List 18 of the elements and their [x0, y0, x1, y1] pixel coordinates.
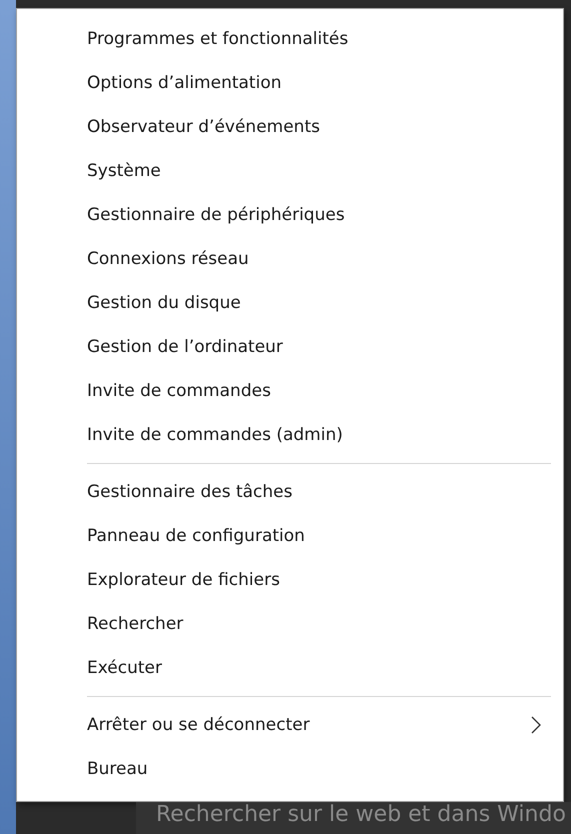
- menu-item[interactable]: Invite de commandes (admin): [17, 413, 563, 457]
- menu-item[interactable]: Explorateur de fichiers: [17, 558, 563, 602]
- menu-item[interactable]: Gestionnaire de périphériques: [17, 193, 563, 237]
- menu-item[interactable]: Observateur d’événements: [17, 105, 563, 149]
- menu-item[interactable]: Options d’alimentation: [17, 61, 563, 105]
- menu-item[interactable]: Connexions réseau: [17, 237, 563, 281]
- taskbar-search-box[interactable]: Rechercher sur le web et dans Windo: [136, 802, 571, 834]
- menu-item[interactable]: Gestion du disque: [17, 281, 563, 325]
- menu-item[interactable]: Bureau: [17, 747, 563, 791]
- menu-item[interactable]: Invite de commandes: [17, 369, 563, 413]
- menu-item[interactable]: Arrêter ou se déconnecter: [17, 703, 563, 747]
- menu-item[interactable]: Panneau de configuration: [17, 514, 563, 558]
- menu-item[interactable]: Système: [17, 149, 563, 193]
- menu-item[interactable]: Exécuter: [17, 646, 563, 690]
- menu-item[interactable]: Programmes et fonctionnalités: [17, 17, 563, 61]
- menu-item[interactable]: Gestion de l’ordinateur: [17, 325, 563, 369]
- menu-item[interactable]: Rechercher: [17, 602, 563, 646]
- menu-item[interactable]: Gestionnaire des tâches: [17, 470, 563, 514]
